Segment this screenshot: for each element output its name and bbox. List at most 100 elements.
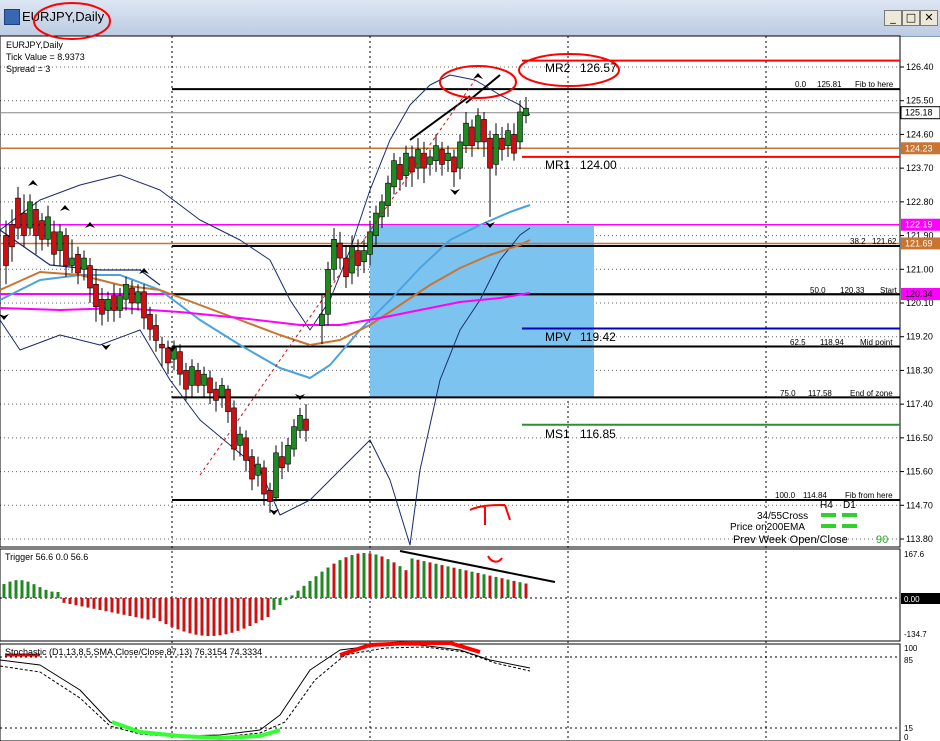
trigger-bar (140, 598, 144, 619)
trigger-bar (200, 598, 204, 636)
candle-body-42 (255, 463, 261, 476)
trigger-bar (320, 571, 324, 598)
trigger-tick-min: -134.7 (904, 630, 927, 639)
candle-body-64 (397, 164, 403, 180)
trigger-bar (470, 571, 474, 598)
trigger-bar (146, 598, 150, 620)
trigger-bar (92, 598, 96, 609)
fib-price-100: 114.84 (803, 491, 827, 500)
fib-pct-38: 38.2 (850, 237, 866, 246)
info-cross-h4 (821, 513, 836, 517)
fib-pct-100: 100.0 (775, 491, 796, 500)
pivot-value-ms1: 116.85 (580, 427, 616, 441)
stochastic-panel (0, 643, 901, 741)
trigger-bar (164, 598, 168, 625)
price-tick-label: 114.70 (906, 500, 933, 510)
fib-pct-75: 75.0 (780, 389, 796, 398)
candle-body-34 (207, 377, 213, 394)
fib-price-0: 125.81 (817, 80, 842, 89)
trigger-bar (86, 598, 90, 608)
chart-canvas[interactable]: 126.40125.50124.60123.70122.80121.90121.… (0, 0, 940, 741)
candle-body-70 (433, 145, 439, 161)
candle-body-12 (75, 254, 81, 274)
candle-body-25 (153, 325, 159, 341)
trigger-bar (464, 570, 468, 598)
annotation-title-circle (33, 2, 111, 40)
trigger-bar (122, 598, 126, 615)
candle-body-54 (337, 242, 343, 259)
symbol-label: EURJPY,Daily (6, 40, 63, 50)
candle-body-24 (147, 313, 153, 330)
trigger-bar (38, 587, 42, 598)
candle-body-74 (457, 141, 463, 169)
candle-body-47 (285, 445, 291, 465)
candle-body-77 (475, 115, 481, 143)
stoch-tick-100: 100 (904, 644, 918, 653)
fib-zone-box (370, 226, 594, 398)
trigger-bar (68, 598, 72, 604)
fib-note-100: Fib from here (845, 491, 893, 500)
trigger-bar (512, 580, 516, 598)
candle-body-48 (291, 426, 297, 450)
price-marker-label-2: 122.19 (905, 220, 933, 230)
price-tick-label: 125.50 (906, 96, 934, 106)
candle-body-18 (111, 295, 117, 311)
trigger-bar (362, 553, 366, 598)
trigger-bar (260, 598, 264, 621)
trigger-bar (32, 584, 36, 598)
fib-pct-62: 62.5 (790, 338, 806, 347)
trigger-bar (14, 580, 18, 598)
candle-body-23 (141, 291, 147, 319)
trigger-bar (422, 561, 426, 598)
price-tick-label: 124.60 (906, 129, 934, 139)
info-prev-week-value: 90 (876, 534, 888, 546)
trigger-bar (524, 583, 528, 598)
trigger-bar (26, 581, 30, 598)
price-marker-label-4: 120.34 (905, 289, 933, 299)
stoch-tick-85: 85 (904, 656, 913, 665)
trigger-bar (284, 598, 288, 601)
trigger-bar (212, 598, 216, 636)
trigger-bar (170, 598, 174, 627)
candle-body-37 (225, 388, 231, 412)
candle-body-20 (123, 283, 129, 300)
info-ema-label: Price on200EMA (730, 522, 805, 533)
trigger-bar (494, 576, 498, 598)
trigger-bar (206, 598, 210, 636)
trigger-bar (302, 585, 306, 598)
fib-pct-50: 50.0 (810, 286, 826, 295)
fib-price-50: 120.33 (840, 286, 865, 295)
candle-body-40 (243, 437, 249, 461)
candle-body-39 (237, 433, 243, 446)
stoch-tick-0: 0 (904, 733, 909, 741)
candle-body-68 (421, 152, 427, 169)
candle-body-33 (201, 373, 207, 386)
trigger-bar (74, 598, 78, 606)
price-tick-label: 126.40 (906, 62, 934, 72)
candle-body-29 (177, 351, 183, 375)
fib-price-75: 117.58 (808, 389, 832, 398)
price-marker-label-1: 124.23 (905, 143, 933, 153)
trigger-bar (104, 598, 108, 612)
candle-body-4 (27, 201, 33, 229)
trigger-header: Trigger 56.6 0.0 56.6 (5, 552, 88, 562)
candle-body-79 (487, 137, 493, 169)
pivot-label-mpv: MPV (545, 330, 571, 344)
candle-body-61 (379, 201, 385, 218)
candle-body-5 (33, 209, 39, 236)
candle-body-59 (367, 231, 373, 255)
info-prev-week-label: Prev Week Open/Close (733, 534, 848, 546)
trigger-bar (134, 598, 138, 618)
candle-body-66 (409, 156, 415, 173)
trigger-bar (230, 598, 234, 633)
fib-price-62: 118.94 (820, 338, 844, 347)
price-tick-label: 121.00 (906, 264, 934, 274)
info-ema-h4 (821, 524, 836, 528)
trigger-bar (506, 579, 510, 598)
trigger-bar (236, 598, 240, 631)
candle-body-2 (15, 197, 21, 229)
price-marker-label-0: 125.18 (905, 108, 933, 118)
stochastic-header: Stochastic (D1,13,8,5,SMA,Close/Close,87… (5, 647, 262, 657)
fib-note-75: End of zone (850, 389, 893, 398)
info-cross-label: 34/55Cross (757, 511, 808, 522)
